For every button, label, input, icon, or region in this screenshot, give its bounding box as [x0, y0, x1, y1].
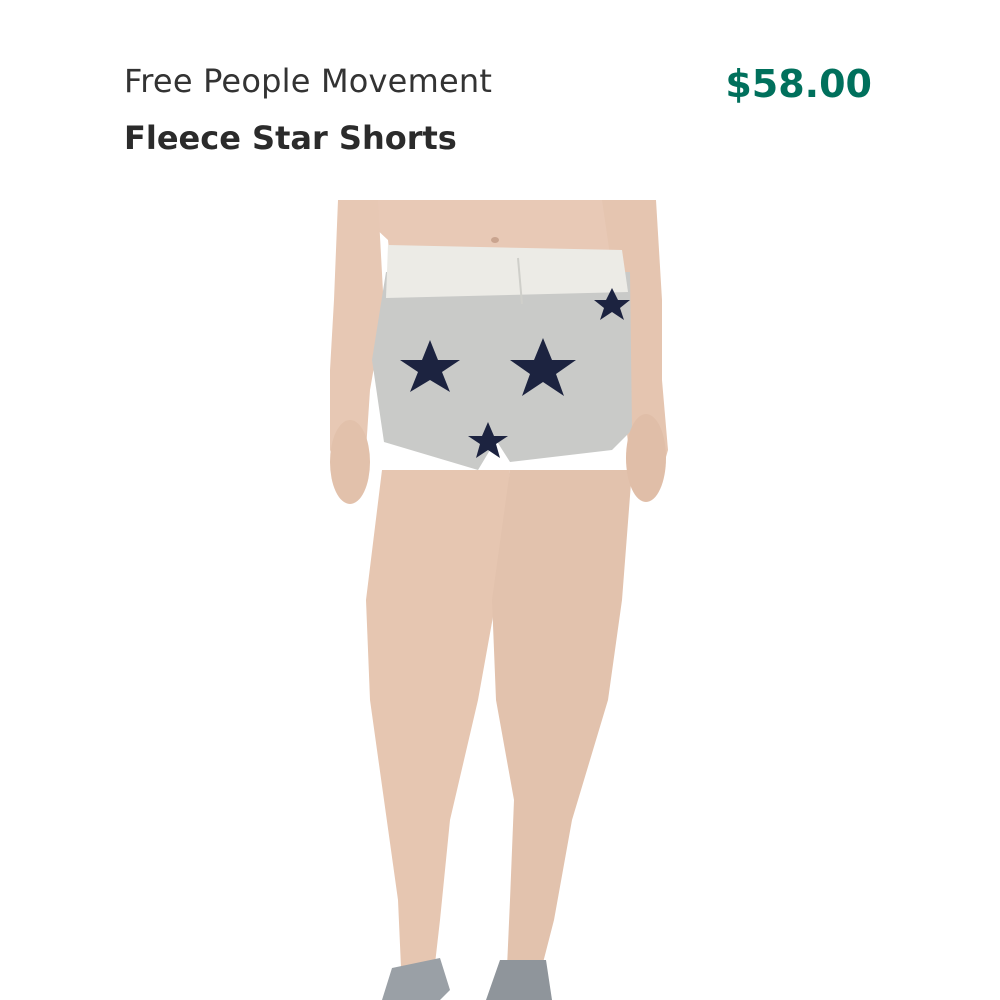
- model-right-leg: [492, 470, 632, 990]
- model-right-hand: [626, 414, 666, 502]
- shorts: [372, 272, 632, 470]
- model-left-shoe: [382, 958, 450, 1000]
- product-brand: Free People Movement: [124, 62, 493, 100]
- model-navel: [491, 237, 499, 243]
- model-left-hand: [330, 420, 370, 504]
- product-price: $58.00: [725, 62, 872, 106]
- model-left-leg: [366, 470, 510, 990]
- product-image[interactable]: [300, 200, 700, 1000]
- model-right-shoe: [486, 960, 552, 1000]
- waistband: [386, 245, 628, 298]
- product-title: Fleece Star Shorts: [124, 119, 457, 157]
